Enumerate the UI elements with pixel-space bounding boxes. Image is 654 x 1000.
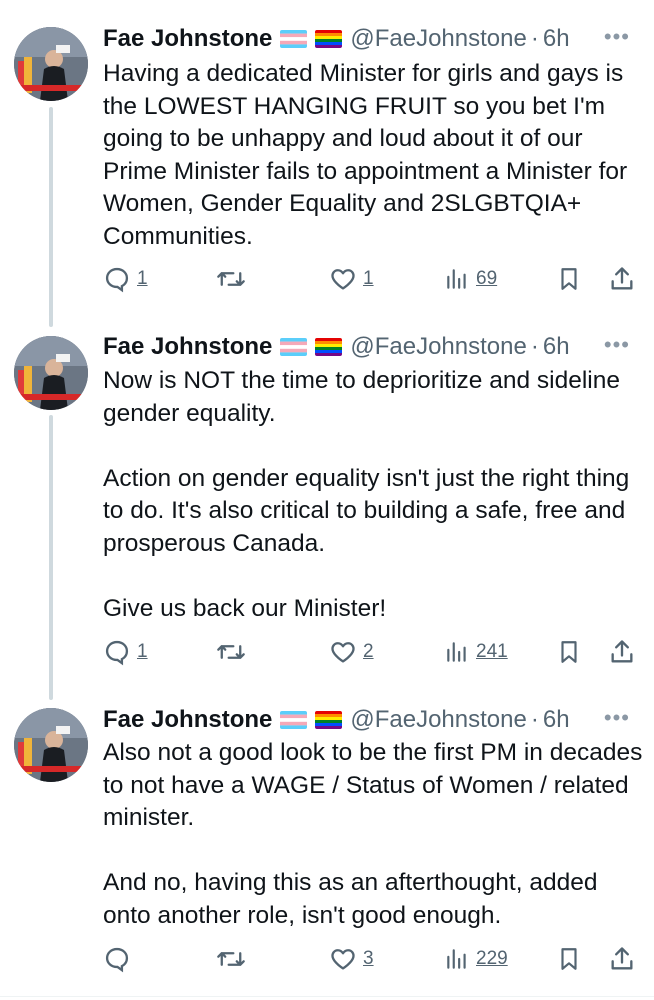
author-name[interactable]: Fae Johnstone: [103, 333, 272, 361]
views-button[interactable]: 69: [444, 262, 497, 296]
tweet-header: Fae Johnstone @FaeJohnstone · 6h •••: [103, 24, 640, 54]
tweet-paragraph: Give us back our Minister!: [103, 594, 387, 622]
heart-icon: [331, 269, 355, 290]
share-icon: [611, 947, 633, 970]
retweet-button[interactable]: [216, 942, 252, 976]
author-handle[interactable]: @FaeJohnstone: [350, 706, 526, 734]
tweet-thread: Fae Johnstone @FaeJohnstone · 6h ••• Hav…: [0, 0, 654, 1000]
share-button[interactable]: [608, 262, 636, 296]
tweet-actions: 1 2 241: [103, 635, 643, 669]
retweet-button[interactable]: [216, 635, 252, 669]
separator-dot: ·: [530, 25, 539, 52]
like-button[interactable]: 2: [329, 635, 374, 669]
share-icon: [611, 640, 633, 663]
reply-count: 1: [137, 268, 148, 289]
separator-dot: ·: [530, 706, 539, 733]
bookmark-button[interactable]: [556, 942, 582, 976]
reply-button[interactable]: 1: [103, 635, 148, 669]
like-count: 2: [363, 641, 374, 662]
heart-icon: [331, 949, 355, 970]
thread-connector: [49, 107, 53, 327]
more-options-icon[interactable]: •••: [604, 332, 630, 358]
timestamp[interactable]: 6h: [543, 25, 570, 53]
tweet-header: Fae Johnstone @FaeJohnstone · 6h •••: [103, 705, 640, 735]
share-button[interactable]: [608, 635, 636, 669]
reply-button[interactable]: 1: [103, 262, 148, 296]
thread-connector: [49, 415, 53, 700]
view-count: 241: [476, 641, 508, 662]
analytics-icon: [447, 949, 466, 969]
rainbow-flag-icon: [315, 338, 343, 356]
view-count: 69: [476, 268, 498, 289]
reply-button[interactable]: [103, 942, 137, 976]
share-icon: [611, 267, 633, 290]
retweet-icon: [217, 952, 245, 966]
tweet-paragraph: Having a dedicated Minister for girls an…: [103, 60, 628, 250]
avatar[interactable]: [14, 27, 88, 101]
like-count: 1: [363, 268, 374, 289]
like-count: 3: [363, 948, 374, 969]
tweet-paragraph: Also not a good look to be the first PM …: [103, 739, 643, 831]
bottom-divider: [0, 996, 654, 997]
rainbow-flag-icon: [315, 30, 343, 48]
transgender-flag-icon: [280, 711, 308, 729]
tweet-header: Fae Johnstone @FaeJohnstone · 6h •••: [103, 332, 640, 362]
transgender-flag-icon: [280, 338, 308, 356]
reply-icon: [105, 640, 129, 666]
like-button[interactable]: 1: [329, 262, 374, 296]
timestamp[interactable]: 6h: [543, 333, 570, 361]
tweet-paragraph: Now is NOT the time to deprioritize and …: [103, 367, 621, 427]
tweet-text: Also not a good look to be the first PM …: [103, 737, 643, 932]
tweet-paragraph: Action on gender equality isn't just the…: [103, 464, 630, 557]
author-name[interactable]: Fae Johnstone: [103, 25, 272, 53]
bookmark-icon: [561, 641, 577, 663]
avatar[interactable]: [14, 336, 88, 410]
tweet-actions: 1 1 69: [103, 262, 643, 296]
share-button[interactable]: [608, 942, 636, 976]
author-name[interactable]: Fae Johnstone: [103, 706, 272, 734]
bookmark-button[interactable]: [556, 262, 582, 296]
analytics-icon: [447, 642, 466, 662]
more-options-icon[interactable]: •••: [604, 705, 630, 731]
tweet-paragraph: And no, having this as an afterthought, …: [103, 869, 598, 929]
tweet-2[interactable]: Fae Johnstone @FaeJohnstone · 6h ••• Now…: [0, 325, 654, 700]
retweet-button[interactable]: [216, 262, 252, 296]
more-options-icon[interactable]: •••: [604, 24, 630, 50]
bookmark-icon: [561, 268, 577, 290]
heart-icon: [331, 642, 355, 663]
views-button[interactable]: 229: [444, 942, 508, 976]
tweet-text: Now is NOT the time to deprioritize and …: [103, 365, 643, 625]
rainbow-flag-icon: [315, 711, 343, 729]
author-handle[interactable]: @FaeJohnstone: [350, 25, 526, 53]
like-button[interactable]: 3: [329, 942, 374, 976]
tweet-1[interactable]: Fae Johnstone @FaeJohnstone · 6h ••• Hav…: [0, 0, 654, 327]
tweet-text: Having a dedicated Minister for girls an…: [103, 58, 643, 253]
reply-count: 1: [137, 641, 148, 662]
tweet-3[interactable]: Fae Johnstone @FaeJohnstone · 6h ••• Als…: [0, 700, 654, 1000]
avatar[interactable]: [14, 708, 88, 782]
reply-icon: [105, 947, 129, 973]
view-count: 229: [476, 948, 508, 969]
retweet-icon: [217, 645, 245, 659]
reply-icon: [105, 267, 129, 293]
transgender-flag-icon: [280, 30, 308, 48]
retweet-icon: [217, 272, 245, 286]
bookmark-button[interactable]: [556, 635, 582, 669]
timestamp[interactable]: 6h: [543, 706, 570, 734]
separator-dot: ·: [530, 333, 539, 360]
bookmark-icon: [561, 948, 577, 970]
analytics-icon: [447, 269, 466, 289]
tweet-actions: 3 229: [103, 942, 643, 976]
views-button[interactable]: 241: [444, 635, 508, 669]
author-handle[interactable]: @FaeJohnstone: [350, 333, 526, 361]
